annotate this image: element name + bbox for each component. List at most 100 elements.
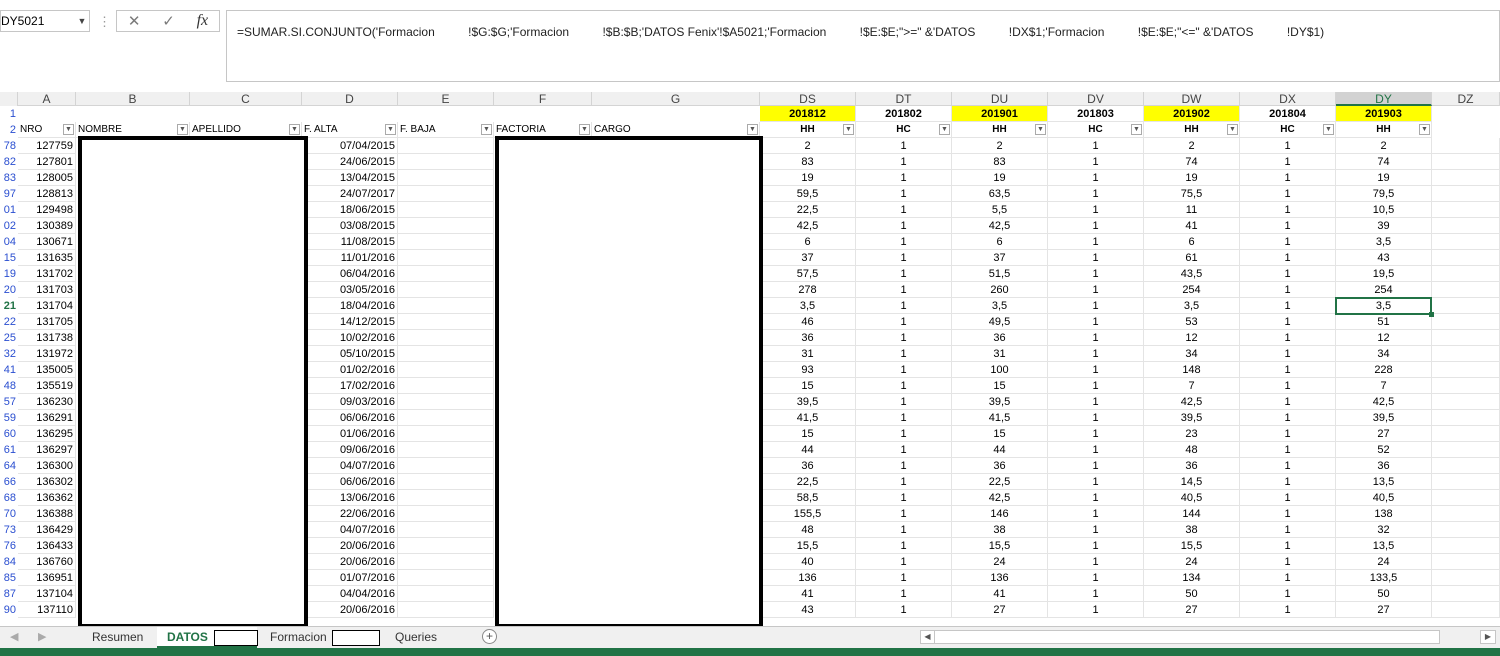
close-icon[interactable]: ✕: [128, 12, 141, 30]
value-cell[interactable]: 1: [1240, 202, 1336, 218]
value-cell[interactable]: 37: [952, 250, 1048, 266]
value-cell[interactable]: 39: [1336, 218, 1432, 234]
nro-cell[interactable]: 131738: [18, 330, 76, 346]
value-cell[interactable]: 5,5: [952, 202, 1048, 218]
value-cell[interactable]: 3,5: [1144, 298, 1240, 314]
value-cell[interactable]: 1: [1048, 474, 1144, 490]
empty-cell[interactable]: [1432, 522, 1500, 538]
value-cell[interactable]: 50: [1336, 586, 1432, 602]
row-header[interactable]: 83: [0, 170, 18, 186]
value-cell[interactable]: 83: [760, 154, 856, 170]
value-cell[interactable]: 7: [1336, 378, 1432, 394]
empty-cell[interactable]: [1432, 474, 1500, 490]
value-cell[interactable]: 1: [1240, 474, 1336, 490]
f-alta-cell[interactable]: 07/04/2015: [302, 138, 398, 154]
value-cell[interactable]: 46: [760, 314, 856, 330]
value-cell[interactable]: 42,5: [1336, 394, 1432, 410]
row-header[interactable]: 60: [0, 426, 18, 442]
value-cell[interactable]: 32: [1336, 522, 1432, 538]
row-header[interactable]: 66: [0, 474, 18, 490]
period-cell[interactable]: 201902: [1144, 106, 1240, 122]
worksheet-grid[interactable]: A B C D E F G DS DT DU DV DW DX DY DZ 1 2 201812 201802 201…: [0, 92, 1500, 626]
row-header[interactable]: 82: [0, 154, 18, 170]
value-cell[interactable]: 1: [856, 506, 952, 522]
row-header[interactable]: 87: [0, 586, 18, 602]
f-baja-cell[interactable]: [398, 602, 494, 618]
value-cell[interactable]: 36: [1336, 458, 1432, 474]
empty-cell[interactable]: [1432, 266, 1500, 282]
value-cell[interactable]: 24: [1336, 554, 1432, 570]
f-alta-cell[interactable]: 06/06/2016: [302, 410, 398, 426]
f-alta-cell[interactable]: 05/10/2015: [302, 346, 398, 362]
column-header-d[interactable]: D: [302, 92, 398, 106]
nro-cell[interactable]: 131702: [18, 266, 76, 282]
value-cell[interactable]: 40,5: [1144, 490, 1240, 506]
period-cell[interactable]: 201803: [1048, 106, 1144, 122]
value-cell[interactable]: 1: [1048, 570, 1144, 586]
value-cell[interactable]: 1: [856, 298, 952, 314]
f-baja-cell[interactable]: [398, 378, 494, 394]
filter-dropdown-icon[interactable]: ▼: [747, 124, 758, 135]
scroll-right-icon[interactable]: ▶: [1480, 630, 1496, 644]
empty-cell[interactable]: [1432, 202, 1500, 218]
value-cell[interactable]: 1: [856, 410, 952, 426]
empty-cell[interactable]: [1432, 218, 1500, 234]
value-cell[interactable]: 1: [1048, 314, 1144, 330]
value-cell[interactable]: 1: [1240, 490, 1336, 506]
value-cell[interactable]: 146: [952, 506, 1048, 522]
value-cell[interactable]: 42,5: [952, 218, 1048, 234]
empty-cell[interactable]: [1432, 506, 1500, 522]
nro-cell[interactable]: 136302: [18, 474, 76, 490]
value-cell[interactable]: 1: [1048, 298, 1144, 314]
column-header-dz[interactable]: DZ: [1432, 92, 1500, 106]
value-cell[interactable]: 134: [1144, 570, 1240, 586]
metric-header-cell[interactable]: HH ▼: [1336, 122, 1432, 138]
row-header[interactable]: 70: [0, 506, 18, 522]
value-cell[interactable]: 1: [1048, 458, 1144, 474]
value-cell[interactable]: 1: [1240, 234, 1336, 250]
column-header-ds[interactable]: DS: [760, 92, 856, 106]
sheet-tab-resumen[interactable]: Resumen: [82, 627, 154, 649]
row-header[interactable]: 73: [0, 522, 18, 538]
filter-dropdown-icon[interactable]: ▼: [1035, 124, 1046, 135]
value-cell[interactable]: 1: [856, 186, 952, 202]
nro-cell[interactable]: 131635: [18, 250, 76, 266]
value-cell[interactable]: 1: [1240, 218, 1336, 234]
metric-header-cell[interactable]: HH ▼: [1144, 122, 1240, 138]
f-alta-cell[interactable]: 17/02/2016: [302, 378, 398, 394]
nro-cell[interactable]: 136297: [18, 442, 76, 458]
empty-cell[interactable]: [1432, 538, 1500, 554]
row-header[interactable]: 1: [0, 106, 18, 122]
column-header-dv[interactable]: DV: [1048, 92, 1144, 106]
value-cell[interactable]: 1: [856, 586, 952, 602]
value-cell[interactable]: 1: [1048, 234, 1144, 250]
value-cell[interactable]: 75,5: [1144, 186, 1240, 202]
value-cell[interactable]: 1: [856, 458, 952, 474]
row-header[interactable]: 15: [0, 250, 18, 266]
value-cell[interactable]: 1: [1240, 330, 1336, 346]
f-alta-cell[interactable]: 06/06/2016: [302, 474, 398, 490]
filter-dropdown-icon[interactable]: ▼: [579, 124, 590, 135]
column-header-du[interactable]: DU: [952, 92, 1048, 106]
value-cell[interactable]: 27: [1336, 426, 1432, 442]
value-cell[interactable]: 1: [1048, 602, 1144, 618]
scroll-left-icon[interactable]: ◀: [921, 631, 935, 643]
value-cell[interactable]: 1: [1048, 506, 1144, 522]
filter-dropdown-icon[interactable]: ▼: [1323, 124, 1334, 135]
empty-cell[interactable]: [1432, 378, 1500, 394]
nro-cell[interactable]: 131704: [18, 298, 76, 314]
value-cell[interactable]: 1: [1048, 426, 1144, 442]
value-cell[interactable]: 1: [856, 154, 952, 170]
value-cell[interactable]: 15: [760, 378, 856, 394]
value-cell[interactable]: 1: [856, 554, 952, 570]
value-cell[interactable]: 1: [1048, 410, 1144, 426]
empty-cell[interactable]: [1432, 282, 1500, 298]
f-alta-cell[interactable]: 01/06/2016: [302, 426, 398, 442]
row-header[interactable]: 22: [0, 314, 18, 330]
value-cell[interactable]: 58,5: [760, 490, 856, 506]
column-header-dy[interactable]: DY: [1336, 92, 1432, 106]
value-cell[interactable]: 42,5: [760, 218, 856, 234]
f-alta-cell[interactable]: 04/07/2016: [302, 458, 398, 474]
empty-cell[interactable]: [1432, 410, 1500, 426]
value-cell[interactable]: 1: [1048, 330, 1144, 346]
